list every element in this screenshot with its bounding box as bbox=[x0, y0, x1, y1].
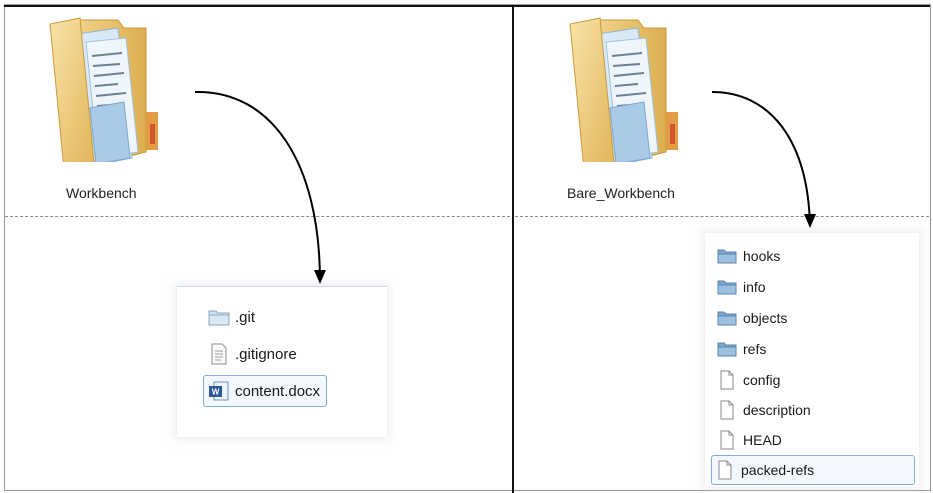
arrowhead-icon bbox=[314, 270, 326, 284]
arrow-workbench-to-contents bbox=[194, 90, 321, 283]
arrows-layer bbox=[194, 90, 816, 284]
arrow-bare-workbench-to-contents bbox=[711, 91, 811, 227]
arrowhead-icon bbox=[804, 214, 816, 228]
